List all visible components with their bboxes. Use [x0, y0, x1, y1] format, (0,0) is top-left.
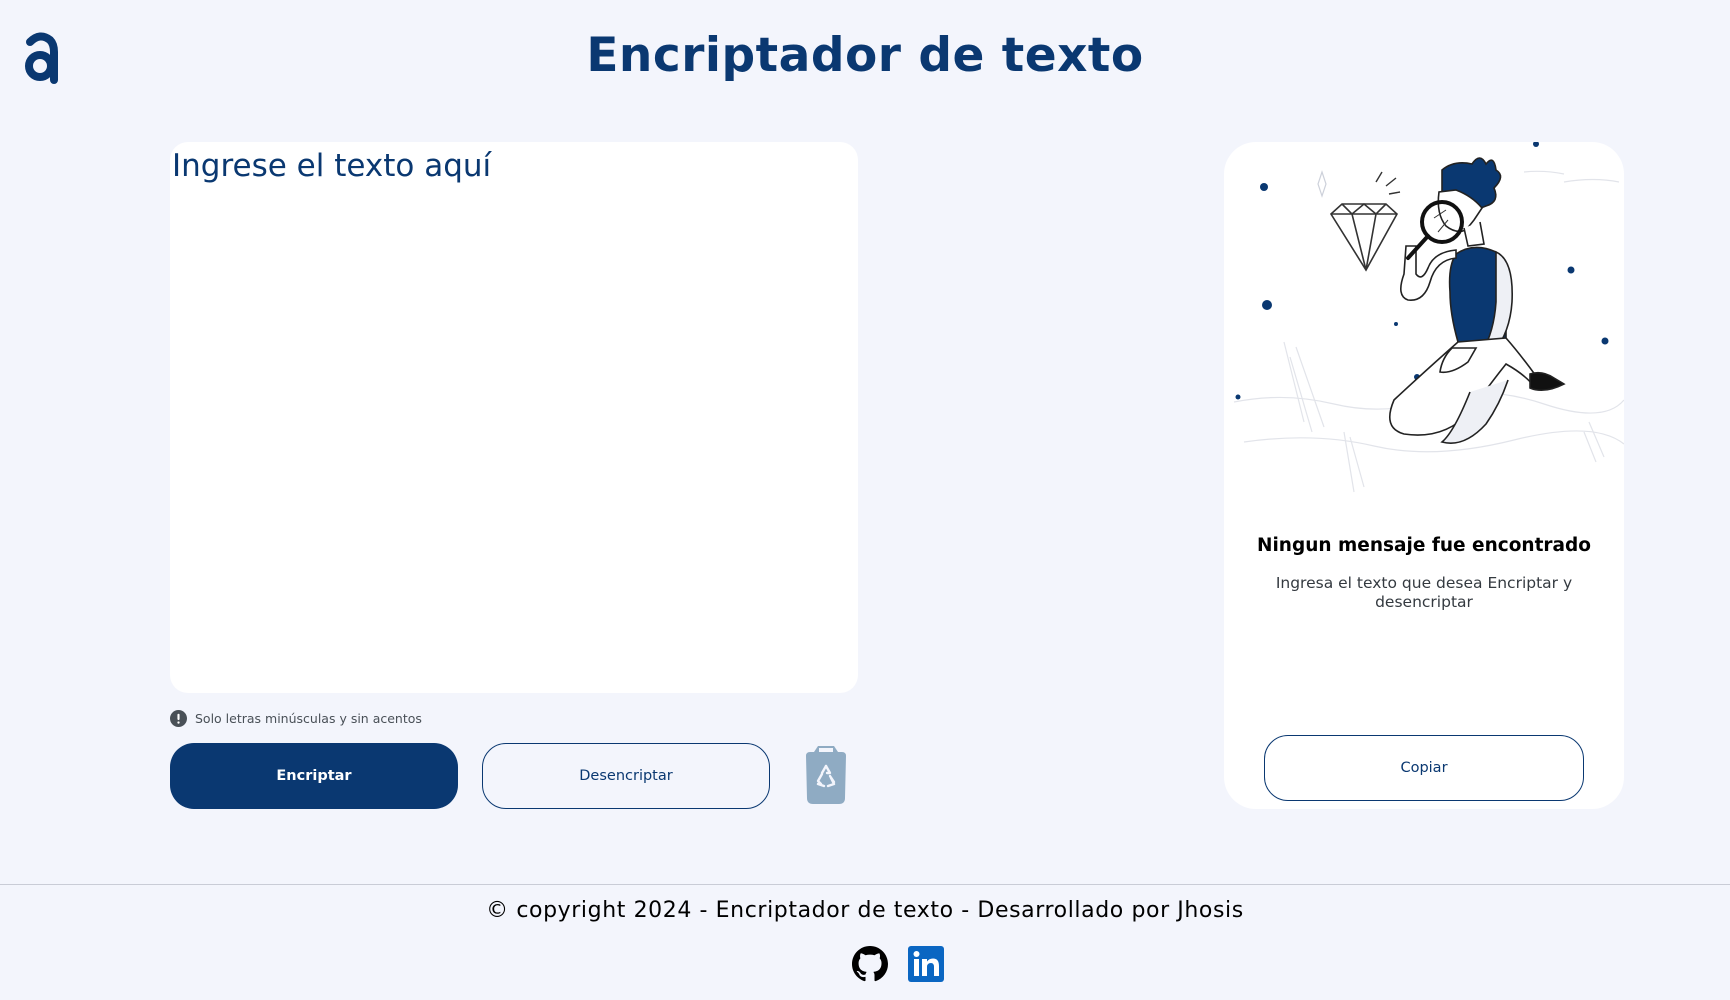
- output-text: Ingresa el texto que desea Encriptar y d…: [1275, 574, 1573, 611]
- person-with-magnifier-illustration: [1233, 142, 1624, 493]
- page-title: Encriptador de texto: [586, 28, 1144, 83]
- social-links: [852, 946, 944, 982]
- decrypt-button[interactable]: Desencriptar: [482, 743, 770, 809]
- linkedin-icon: [908, 946, 944, 982]
- footer-copyright: © copyright 2024 - Encriptador de texto …: [486, 898, 1244, 923]
- linkedin-link[interactable]: [908, 946, 944, 982]
- github-icon: [852, 946, 888, 982]
- text-input[interactable]: [170, 142, 858, 693]
- output-panel: Ningun mensaje fue encontrado Ingresa el…: [1224, 142, 1624, 809]
- encrypt-button[interactable]: Encriptar: [170, 743, 458, 809]
- copy-button[interactable]: Copiar: [1264, 735, 1584, 801]
- github-link[interactable]: [852, 946, 888, 982]
- input-hint: Solo letras minúsculas y sin acentos: [170, 708, 422, 728]
- exclamation-circle-icon: [170, 709, 187, 727]
- output-title: Ningun mensaje fue encontrado: [1256, 535, 1591, 556]
- recycle-bin-icon[interactable]: [804, 746, 848, 804]
- footer-divider: [0, 884, 1730, 885]
- hint-text: Solo letras minúsculas y sin acentos: [195, 710, 422, 726]
